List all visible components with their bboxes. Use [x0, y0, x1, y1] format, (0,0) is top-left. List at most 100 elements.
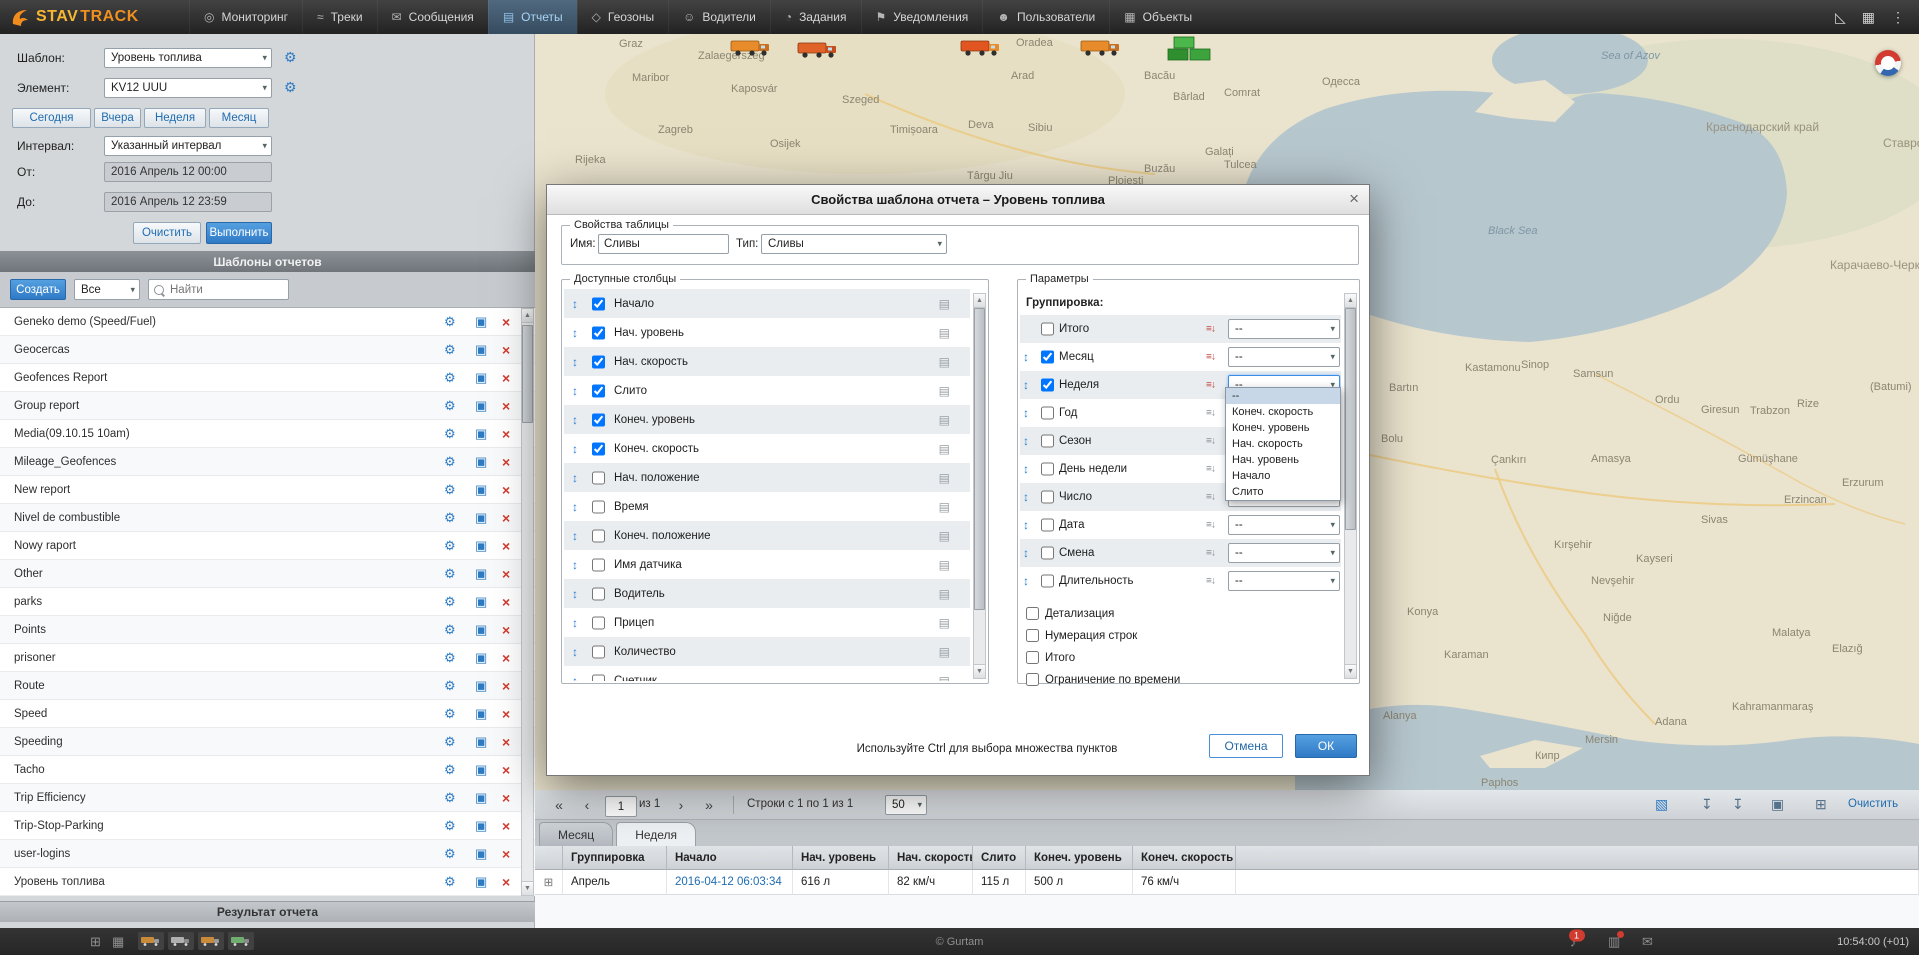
- unit-mini-icon[interactable]: [228, 932, 254, 950]
- edit-icon[interactable]: ⚙: [444, 678, 456, 694]
- columns-scrollbar[interactable]: ▲ ▼: [973, 293, 986, 679]
- apps-grid-icon[interactable]: ▦: [1862, 9, 1875, 26]
- grouping-select[interactable]: --: [1228, 347, 1340, 367]
- quick-week-button[interactable]: Неделя: [144, 108, 206, 128]
- scrollbar-thumb[interactable]: [974, 308, 985, 610]
- edit-icon[interactable]: ⚙: [444, 482, 456, 498]
- screen-status-icon[interactable]: ▥: [1608, 934, 1620, 950]
- unit-marker-containers[interactable]: [1167, 36, 1213, 67]
- templates-scrollbar[interactable]: ▲ ▼: [521, 308, 534, 896]
- grouping-checkbox[interactable]: [1041, 519, 1054, 532]
- delete-icon[interactable]: ×: [502, 622, 510, 638]
- copy-icon[interactable]: ▣: [475, 818, 487, 834]
- nav-item-mess2ages[interactable]: ✉Сообщения: [377, 0, 488, 34]
- table-icon[interactable]: ▤: [939, 674, 950, 682]
- grouping-checkbox[interactable]: [1041, 435, 1054, 448]
- column-row[interactable]: ↕Нач. положение▤: [564, 463, 970, 492]
- unit-mini-icon[interactable]: [138, 932, 164, 950]
- copy-icon[interactable]: ▣: [475, 762, 487, 778]
- delete-icon[interactable]: ×: [502, 818, 510, 834]
- unit-select[interactable]: KV12 UUU: [104, 78, 272, 98]
- interval-select[interactable]: Указанный интервал: [104, 136, 272, 156]
- nav-item-drivers[interactable]: ☺Водители: [668, 0, 770, 34]
- copy-icon[interactable]: ▣: [475, 846, 487, 862]
- edit-icon[interactable]: ⚙: [444, 594, 456, 610]
- template-row[interactable]: Other⚙▣×: [0, 560, 535, 588]
- page-size-select[interactable]: 50: [885, 795, 927, 815]
- time-limit-checkbox[interactable]: [1026, 673, 1039, 686]
- page-first-button[interactable]: «: [549, 795, 569, 815]
- quick-today-button[interactable]: Сегодня: [12, 108, 91, 128]
- edit-icon[interactable]: ⚙: [444, 454, 456, 470]
- drag-handle-icon[interactable]: ↕: [1023, 350, 1029, 364]
- grid-view-icon[interactable]: ⊞: [90, 934, 101, 950]
- extra-option-time-limit[interactable]: Ограничение по времени: [1026, 673, 1180, 686]
- show-on-map-icon[interactable]: ▧: [1655, 796, 1668, 813]
- column-row[interactable]: ↕Нач. уровень▤: [564, 318, 970, 347]
- header-cell[interactable]: Начало: [667, 846, 793, 870]
- delete-icon[interactable]: ×: [502, 594, 510, 610]
- edit-icon[interactable]: ⚙: [444, 734, 456, 750]
- grouping-select[interactable]: --: [1228, 319, 1340, 339]
- unit-tools-icon[interactable]: ⚙: [284, 79, 297, 96]
- delete-icon[interactable]: ×: [502, 650, 510, 666]
- delete-icon[interactable]: ×: [502, 566, 510, 582]
- export-pdf-icon[interactable]: ↧: [1701, 796, 1713, 813]
- delete-icon[interactable]: ×: [502, 734, 510, 750]
- template-row[interactable]: Geofences Report⚙▣×: [0, 364, 535, 392]
- table-icon[interactable]: ▤: [939, 587, 950, 601]
- drag-handle-icon[interactable]: ↕: [1023, 574, 1029, 588]
- delete-icon[interactable]: ×: [502, 482, 510, 498]
- delete-icon[interactable]: ×: [502, 790, 510, 806]
- column-checkbox[interactable]: [592, 558, 605, 571]
- column-checkbox[interactable]: [592, 645, 605, 658]
- table-icon[interactable]: ▤: [939, 558, 950, 572]
- print-icon[interactable]: ⊞: [1815, 796, 1827, 813]
- page-prev-button[interactable]: ‹: [577, 795, 597, 815]
- column-checkbox[interactable]: [592, 500, 605, 513]
- tab-week[interactable]: Неделя: [616, 822, 696, 846]
- template-row[interactable]: user-logins⚙▣×: [0, 840, 535, 868]
- drag-handle-icon[interactable]: ↕: [572, 384, 578, 398]
- grouping-checkbox[interactable]: [1041, 575, 1054, 588]
- edit-icon[interactable]: ⚙: [444, 706, 456, 722]
- close-icon[interactable]: ×: [1349, 189, 1359, 209]
- table-icon[interactable]: ▤: [939, 355, 950, 369]
- template-row[interactable]: parks⚙▣×: [0, 588, 535, 616]
- template-row[interactable]: Media(09.10.15 10am)⚙▣×: [0, 420, 535, 448]
- unit-marker-truck[interactable]: [797, 39, 839, 64]
- grouping-checkbox[interactable]: [1041, 491, 1054, 504]
- table-icon[interactable]: ▤: [939, 297, 950, 311]
- drag-handle-icon[interactable]: ↕: [1023, 434, 1029, 448]
- copy-icon[interactable]: ▣: [475, 538, 487, 554]
- column-row[interactable]: ↕Конеч. скорость▤: [564, 434, 970, 463]
- delete-icon[interactable]: ×: [502, 370, 510, 386]
- drag-handle-icon[interactable]: ↕: [572, 500, 578, 514]
- drag-handle-icon[interactable]: ↕: [572, 326, 578, 340]
- table-icon[interactable]: ▤: [939, 529, 950, 543]
- unit-marker-truck[interactable]: [730, 37, 772, 62]
- nav-item-tracks[interactable]: ≈Треки: [302, 0, 377, 34]
- edit-icon[interactable]: ⚙: [444, 790, 456, 806]
- drag-handle-icon[interactable]: ↕: [572, 471, 578, 485]
- template-row[interactable]: Speed⚙▣×: [0, 700, 535, 728]
- dropdown-option[interactable]: Конеч. скорость: [1226, 404, 1340, 420]
- nav-item-notifications[interactable]: ⚑Уведомления: [861, 0, 983, 34]
- quick-yesterday-button[interactable]: Вчера: [94, 108, 141, 128]
- copy-icon[interactable]: ▣: [475, 314, 487, 330]
- sort-icon[interactable]: ≡↓: [1206, 324, 1215, 335]
- scroll-down-icon[interactable]: ▼: [522, 881, 533, 895]
- grouping-select[interactable]: --: [1228, 543, 1340, 563]
- copy-icon[interactable]: ▣: [475, 482, 487, 498]
- notifications-bell-icon[interactable]: ♪1: [1570, 934, 1577, 949]
- dropdown-option[interactable]: Слито: [1226, 484, 1340, 500]
- column-checkbox[interactable]: [592, 471, 605, 484]
- drag-handle-icon[interactable]: ↕: [572, 616, 578, 630]
- scroll-down-icon[interactable]: ▼: [974, 664, 985, 678]
- column-row[interactable]: ↕Слито▤: [564, 376, 970, 405]
- column-row[interactable]: ↕Нач. скорость▤: [564, 347, 970, 376]
- drag-handle-icon[interactable]: ↕: [572, 645, 578, 659]
- sort-icon[interactable]: ≡↓: [1206, 576, 1215, 587]
- drag-handle-icon[interactable]: ↕: [1023, 406, 1029, 420]
- numbering-checkbox[interactable]: [1026, 629, 1039, 642]
